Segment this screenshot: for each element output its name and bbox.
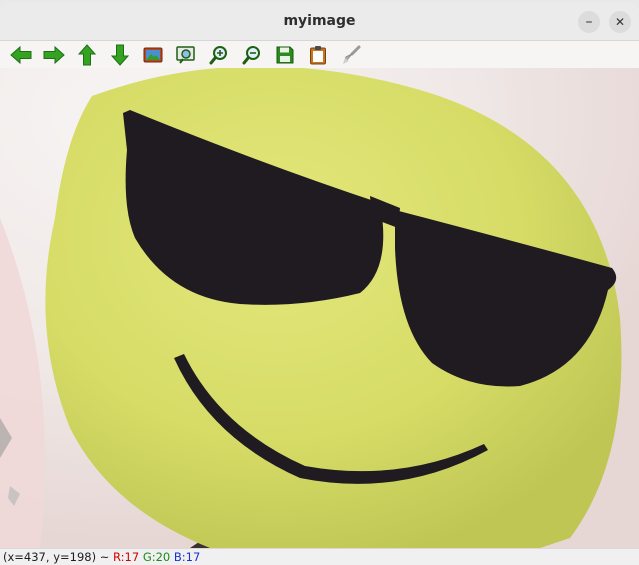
zoom-fit-button[interactable] [174,43,198,67]
image-canvas[interactable] [0,68,639,548]
pan-up-icon [78,44,96,66]
status-blue-value: B:17 [173,550,201,564]
minimize-button[interactable]: – [578,11,600,33]
status-coords: (x=437, y=198) ~ [3,550,110,564]
pan-down-button[interactable] [108,43,132,67]
zoom-in-button[interactable] [207,43,231,67]
pan-left-button[interactable] [9,43,33,67]
pan-left-icon [10,46,32,64]
pan-right-icon [43,46,65,64]
properties-button[interactable] [339,43,363,67]
save-icon [276,46,294,64]
zoom-out-icon [242,46,260,65]
zoom-original-button[interactable] [141,43,165,67]
save-button[interactable] [273,43,297,67]
zoom-in-icon [209,46,227,65]
title-bar[interactable]: myimage – ✕ [0,3,639,41]
properties-brush-icon [343,45,361,64]
minimize-icon: – [585,14,593,30]
window-title: myimage [283,13,356,29]
status-red-value: R:17 [113,550,140,564]
close-icon: ✕ [614,15,626,29]
toolbar [0,41,639,68]
pan-up-button[interactable] [75,43,99,67]
pan-right-button[interactable] [42,43,66,67]
image-viewer-window: myimage – ✕ (x=437, y=198) ~ R:17 G:20 B… [0,0,639,565]
displayed-image [0,68,639,548]
status-bar: (x=437, y=198) ~ R:17 G:20 B:17 [0,548,639,565]
zoom-fit-icon [176,46,195,64]
zoom-out-button[interactable] [240,43,264,67]
pan-down-icon [111,44,129,66]
copy-clipboard-button[interactable] [306,43,330,67]
close-button[interactable]: ✕ [609,11,631,33]
zoom-original-icon [143,47,163,63]
copy-clipboard-icon [310,46,326,65]
status-green-value: G:20 [142,550,171,564]
